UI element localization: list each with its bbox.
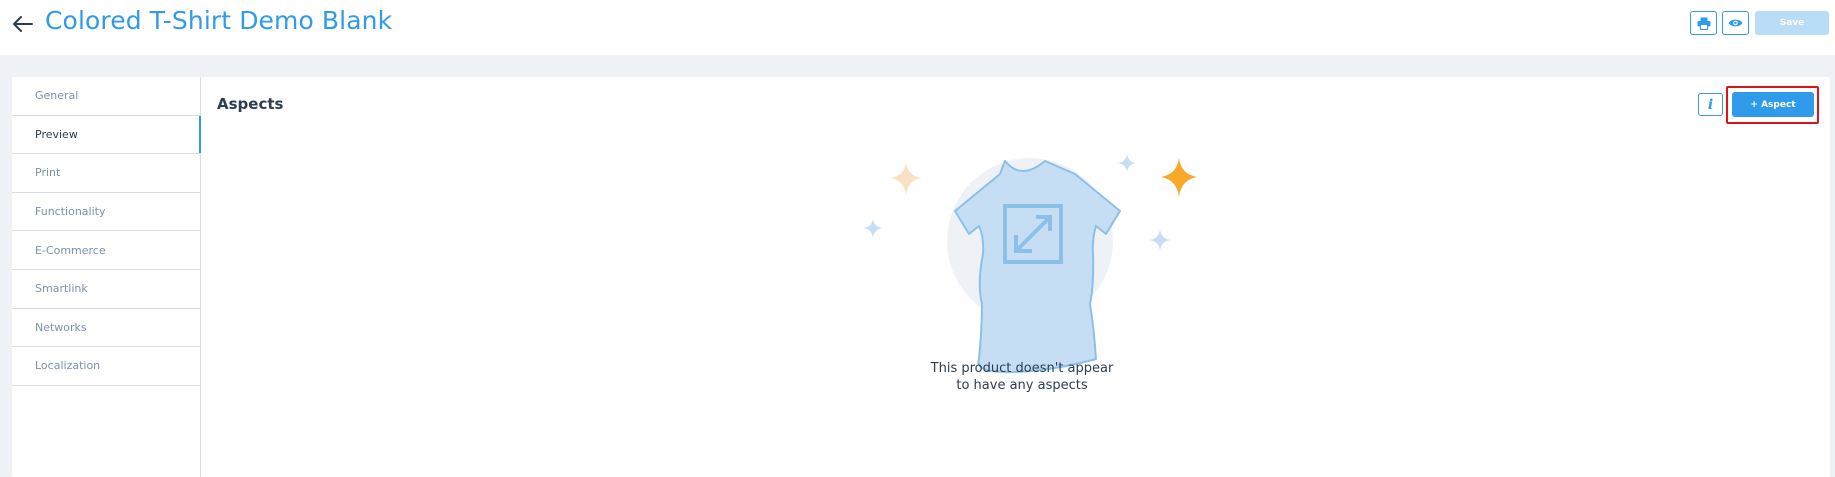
sparkle-icon [863,219,883,238]
page-title: Colored T-Shirt Demo Blank [45,6,393,35]
sidebar-item-functionality[interactable]: Functionality [12,193,200,232]
preview-button[interactable] [1722,11,1749,35]
empty-state-line-2: to have any aspects [956,378,1088,393]
empty-state-line-1: This product doesn't appear [930,361,1114,376]
sidebar-item-label: Localization [35,359,101,373]
sidebar-item-label: Networks [35,320,87,334]
sidebar-item-general[interactable]: General [12,77,200,116]
print-button[interactable] [1690,11,1717,35]
sparkle-icon [890,163,922,195]
sparkle-icon [1161,158,1197,197]
back-arrow-icon[interactable] [10,11,36,37]
sidebar-item-label: E-Commerce [35,243,106,257]
sidebar-item-networks[interactable]: Networks [12,309,200,348]
top-bar: Colored T-Shirt Demo Blank Save [0,0,1835,55]
sidebar: General Preview Print Functionality E-Co… [12,77,201,477]
sidebar-item-label: General [35,89,79,103]
sidebar-item-label: Smartlink [35,282,88,296]
sidebar-item-localization[interactable]: Localization [12,347,200,386]
info-icon: i [1707,96,1714,113]
sidebar-item-e-commerce[interactable]: E-Commerce [12,231,200,270]
content-panel: General Preview Print Functionality E-Co… [12,77,1830,477]
sidebar-item-label: Functionality [35,205,106,219]
save-button[interactable]: Save [1755,11,1829,35]
sidebar-item-label: Print [35,166,61,180]
empty-state-illustration [863,154,1197,373]
add-aspect-button[interactable]: + Aspect [1732,92,1814,117]
sidebar-item-label: Preview [35,127,78,141]
print-icon [1697,17,1710,30]
info-button[interactable]: i [1698,93,1723,116]
empty-state-message: This product doesn't appear to have any … [872,360,1172,394]
eye-icon [1728,19,1743,27]
sidebar-item-print[interactable]: Print [12,154,200,193]
sparkle-icon [1149,229,1171,251]
sidebar-item-preview[interactable]: Preview [12,115,201,155]
sparkle-icon [1118,154,1136,172]
section-title: Aspects [217,95,284,113]
sidebar-item-smartlink[interactable]: Smartlink [12,270,200,309]
